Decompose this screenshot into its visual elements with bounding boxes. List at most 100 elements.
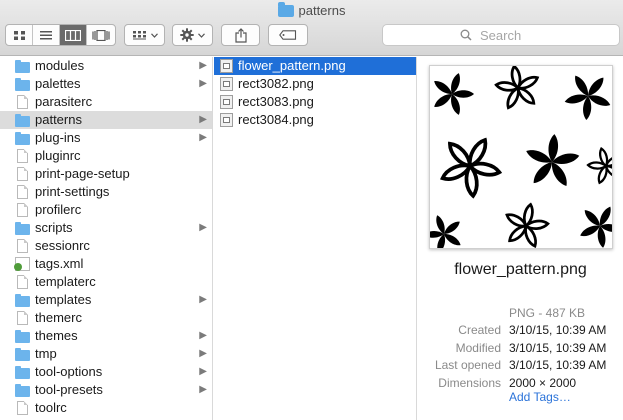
folder-icon bbox=[15, 329, 30, 343]
document-icon bbox=[17, 311, 28, 325]
image-file-icon bbox=[220, 59, 233, 73]
list-item[interactable]: tool-presets ▶ bbox=[0, 381, 212, 399]
folder-icon bbox=[15, 347, 30, 361]
share-icon bbox=[234, 27, 247, 43]
preview-kind-size: PNG - 487 KB bbox=[509, 306, 586, 320]
list-item[interactable]: templates ▶ bbox=[0, 291, 212, 309]
chevron-right-icon: ▶ bbox=[199, 294, 207, 305]
list-item-label: print-page-setup bbox=[35, 166, 130, 181]
image-file-icon bbox=[220, 95, 233, 109]
list-item[interactable]: profilerc bbox=[0, 201, 212, 219]
icon-view-button[interactable] bbox=[6, 25, 33, 45]
flower-pattern-image bbox=[430, 66, 612, 248]
list-item[interactable]: plug-ins ▶ bbox=[0, 129, 212, 147]
preview-metadata: Created 3/10/15, 10:39 AM Modified 3/10/15,… bbox=[418, 322, 623, 392]
add-tags-link[interactable]: Add Tags… bbox=[509, 390, 571, 404]
metadata-label: Last opened bbox=[434, 358, 501, 372]
list-item-label: print-settings bbox=[35, 184, 110, 199]
patterns-column: flower_pattern.png rect3082.png rect3083.p… bbox=[214, 57, 417, 420]
document-icon bbox=[17, 275, 28, 289]
list-item[interactable]: toolrc bbox=[0, 399, 212, 417]
chevron-right-icon: ▶ bbox=[199, 366, 207, 377]
list-item[interactable]: tags.xml bbox=[0, 255, 212, 273]
search-icon bbox=[460, 29, 472, 41]
xml-file-icon bbox=[14, 257, 30, 271]
metadata-value: 2000 × 2000 bbox=[509, 375, 577, 390]
document-icon bbox=[17, 203, 28, 217]
chevron-down-icon bbox=[198, 32, 205, 38]
window-title-text: patterns bbox=[298, 3, 346, 18]
folder-icon bbox=[15, 383, 30, 397]
folder-icon bbox=[15, 131, 30, 145]
metadata-label: Dimensions bbox=[438, 375, 501, 390]
list-item-label: pluginrc bbox=[35, 148, 81, 163]
list-item[interactable]: parasiterc bbox=[0, 93, 212, 111]
folder-icon bbox=[15, 365, 30, 379]
metadata-label: Created bbox=[458, 323, 501, 337]
share-button[interactable] bbox=[221, 24, 260, 46]
list-item-label: patterns bbox=[35, 112, 82, 127]
list-item[interactable]: themes ▶ bbox=[0, 327, 212, 345]
search-field[interactable] bbox=[382, 24, 620, 46]
chevron-right-icon: ▶ bbox=[199, 78, 207, 89]
list-item[interactable]: rect3082.png bbox=[214, 75, 416, 93]
column-view-button[interactable] bbox=[60, 25, 87, 45]
list-item-label: themerc bbox=[35, 310, 82, 325]
chevron-right-icon: ▶ bbox=[199, 330, 207, 341]
list-item[interactable]: print-page-setup bbox=[0, 165, 212, 183]
list-item-label: templaterc bbox=[35, 274, 96, 289]
list-item[interactable]: sessionrc bbox=[0, 237, 212, 255]
metadata-label: Modified bbox=[455, 340, 501, 355]
view-mode-control bbox=[5, 24, 116, 46]
preview-pane: flower_pattern.png PNG - 487 KB Created 3… bbox=[418, 57, 623, 420]
folder-icon bbox=[15, 77, 30, 91]
chevron-right-icon: ▶ bbox=[199, 222, 207, 233]
list-item-label: tags.xml bbox=[35, 256, 84, 271]
edit-tags-button[interactable] bbox=[268, 24, 308, 46]
folder-icon bbox=[15, 293, 30, 307]
list-item-label: parasiterc bbox=[35, 94, 93, 109]
document-icon bbox=[17, 239, 28, 253]
arrange-button[interactable] bbox=[124, 24, 165, 46]
folder-icon bbox=[15, 59, 30, 73]
chevron-right-icon: ▶ bbox=[199, 348, 207, 359]
list-item-label: templates bbox=[35, 292, 92, 307]
document-icon bbox=[17, 149, 28, 163]
action-button[interactable] bbox=[172, 24, 213, 46]
list-item-label: modules bbox=[35, 58, 85, 73]
list-item-label: tmp bbox=[35, 346, 57, 361]
list-item[interactable]: modules ▶ bbox=[0, 57, 212, 75]
list-item[interactable]: rect3084.png bbox=[214, 111, 416, 129]
list-item[interactable]: rect3083.png bbox=[214, 93, 416, 111]
list-item[interactable]: pluginrc bbox=[0, 147, 212, 165]
list-item[interactable]: tool-options ▶ bbox=[0, 363, 212, 381]
list-item-label: palettes bbox=[35, 76, 81, 91]
metadata-value: 3/10/15, 10:39 AM bbox=[509, 358, 607, 372]
list-item-label: profilerc bbox=[35, 202, 82, 217]
metadata-value: 3/10/15, 10:39 AM bbox=[509, 323, 607, 337]
metadata-row: Last opened 3/10/15, 10:39 AM bbox=[418, 357, 623, 375]
image-file-icon bbox=[220, 113, 233, 127]
list-item[interactable]: scripts ▶ bbox=[0, 219, 212, 237]
list-item[interactable]: patterns ▶ bbox=[0, 111, 212, 129]
list-item-label: plug-ins bbox=[35, 130, 81, 145]
list-item-label: rect3084.png bbox=[238, 112, 314, 127]
toolbar: patterns bbox=[0, 0, 623, 56]
folder-column: modules ▶ palettes ▶ parasiterc patterns ▶ plug… bbox=[0, 57, 213, 420]
cover-flow-icon bbox=[91, 29, 110, 41]
cover-flow-button[interactable] bbox=[87, 25, 114, 45]
chevron-right-icon: ▶ bbox=[199, 60, 207, 71]
search-input[interactable] bbox=[478, 26, 542, 44]
list-item[interactable]: themerc bbox=[0, 309, 212, 327]
window-title: patterns bbox=[0, 1, 623, 18]
list-item[interactable]: palettes ▶ bbox=[0, 75, 212, 93]
column-view-icon bbox=[65, 29, 81, 41]
list-item[interactable]: templaterc bbox=[0, 273, 212, 291]
list-item[interactable]: flower_pattern.png bbox=[214, 57, 416, 75]
document-icon bbox=[17, 167, 28, 181]
list-item-label: sessionrc bbox=[35, 238, 90, 253]
preview-file-name: flower_pattern.png bbox=[454, 261, 587, 278]
list-view-button[interactable] bbox=[33, 25, 60, 45]
list-item[interactable]: print-settings bbox=[0, 183, 212, 201]
list-item[interactable]: tmp ▶ bbox=[0, 345, 212, 363]
